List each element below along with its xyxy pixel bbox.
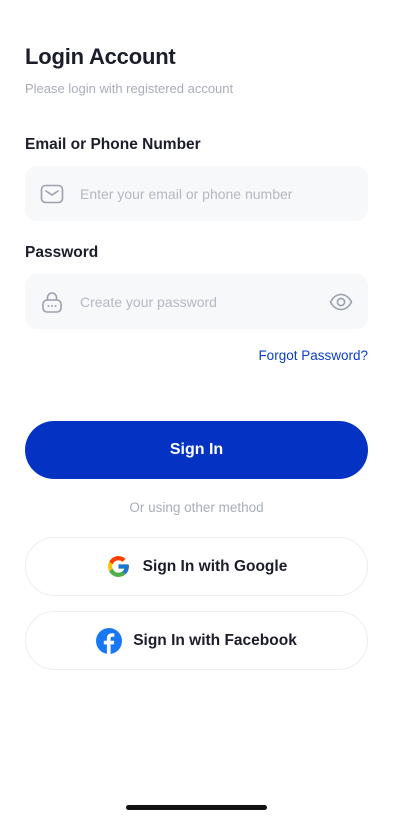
password-field[interactable] xyxy=(25,274,368,329)
alt-method-divider: Or using other method xyxy=(129,500,264,515)
google-sign-in-button[interactable]: Sign In with Google xyxy=(25,537,368,596)
eye-icon[interactable] xyxy=(328,289,354,315)
page-title: Login Account xyxy=(25,44,176,69)
facebook-sign-in-button[interactable]: Sign In with Facebook xyxy=(25,611,368,670)
google-button-label: Sign In with Google xyxy=(142,557,288,575)
facebook-icon xyxy=(96,627,123,654)
facebook-button-label: Sign In with Facebook xyxy=(133,631,297,649)
login-screen: Login Account Please login with register… xyxy=(0,0,393,821)
email-input[interactable] xyxy=(80,166,368,221)
mail-icon xyxy=(40,182,64,206)
home-indicator[interactable] xyxy=(126,805,267,810)
email-label: Email or Phone Number xyxy=(25,136,201,153)
lock-icon xyxy=(40,290,64,314)
password-input[interactable] xyxy=(80,274,328,329)
password-label: Password xyxy=(25,244,99,261)
forgot-password-link[interactable]: Forgot Password? xyxy=(258,348,368,363)
sign-in-button[interactable]: Sign In xyxy=(25,421,368,479)
google-icon xyxy=(106,554,132,580)
page-subtitle: Please login with registered account xyxy=(25,81,234,96)
email-field[interactable] xyxy=(25,166,368,221)
